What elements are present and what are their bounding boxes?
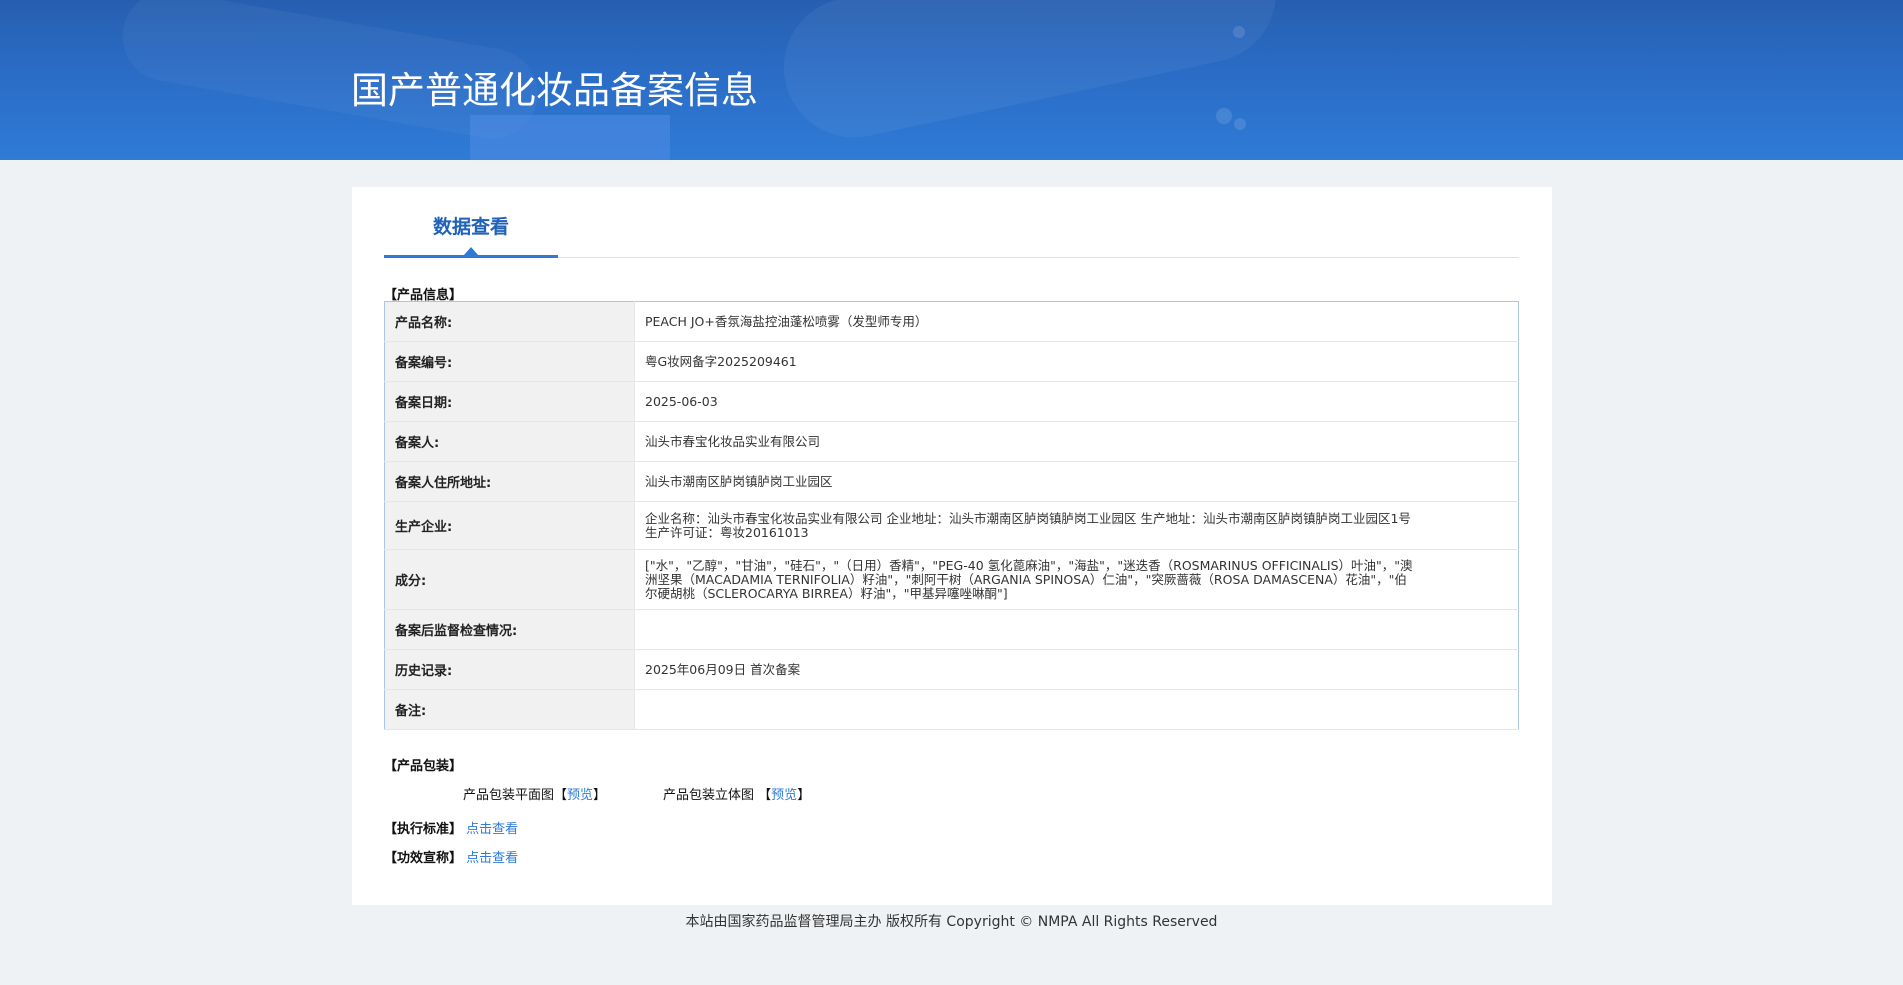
row-value: ["水"，"乙醇"，"甘油"，"硅石"，"（日用）香精"，"PEG-40 氢化蓖… [634, 549, 1519, 610]
row-label: 产品名称: [384, 301, 635, 342]
row-label: 备案人住所地址: [384, 461, 635, 502]
preview-flat-link[interactable]: 预览 [567, 788, 593, 803]
row-label: 备注: [384, 689, 635, 730]
bracket-close: 】 [593, 788, 607, 803]
standard-row: 【执行标准】 点击查看 [384, 818, 518, 837]
row-label: 备案人: [384, 421, 635, 462]
page-title: 国产普通化妆品备案信息 [351, 69, 758, 112]
banner-dot [1234, 118, 1246, 130]
row-label: 备案后监督检查情况: [384, 609, 635, 650]
row-value: 2025-06-03 [634, 381, 1519, 422]
efficacy-label: 【功效宣称】 [384, 851, 463, 866]
packaging-heading: 【产品包装】 [384, 759, 463, 774]
standard-label: 【执行标准】 [384, 822, 463, 837]
table-row: 备案人: 汕头市春宝化妆品实业有限公司 [384, 421, 1519, 462]
row-label: 备案日期: [384, 381, 635, 422]
bracket-open: 【 [758, 788, 772, 803]
tab-label: 数据查看 [432, 216, 509, 238]
table-row: 备案日期: 2025-06-03 [384, 381, 1519, 422]
table-row: 历史记录: 2025年06月09日 首次备案 [384, 649, 1519, 690]
table-row: 备案后监督检查情况: [384, 609, 1519, 650]
tab-indicator-icon [464, 247, 478, 255]
tab-data-view[interactable]: 数据查看 [384, 215, 558, 258]
table-row: 生产企业: 企业名称：汕头市春宝化妆品实业有限公司 企业地址：汕头市潮南区胪岗镇… [384, 501, 1519, 550]
table-row: 备注: [384, 689, 1519, 730]
row-value: 粤G妆网备字2025209461 [634, 341, 1519, 382]
row-value: 2025年06月09日 首次备案 [634, 649, 1519, 690]
row-value [634, 609, 1519, 650]
row-value: 企业名称：汕头市春宝化妆品实业有限公司 企业地址：汕头市潮南区胪岗镇胪岗工业园区… [634, 501, 1519, 550]
table-row: 备案人住所地址: 汕头市潮南区胪岗镇胪岗工业园区 [384, 461, 1519, 502]
packaging-flat-item: 产品包装平面图【预览】 [463, 784, 606, 803]
efficacy-row: 【功效宣称】 点击查看 [384, 847, 518, 866]
row-value: PEACH JO+香氛海盐控油蓬松喷雾（发型师专用） [634, 301, 1519, 342]
banner-dot [1216, 108, 1232, 124]
packaging-solid-item: 产品包装立体图 【预览】 [663, 784, 810, 803]
efficacy-view-link[interactable]: 点击查看 [466, 851, 518, 866]
tab-bar: 数据查看 [384, 187, 1519, 258]
row-value: 汕头市春宝化妆品实业有限公司 [634, 421, 1519, 462]
product-info-table: 产品名称: PEACH JO+香氛海盐控油蓬松喷雾（发型师专用） 备案编号: 粤… [384, 301, 1519, 730]
banner-dot [1233, 26, 1245, 38]
row-label: 备案编号: [384, 341, 635, 382]
content-panel: 数据查看 【产品信息】 产品名称: PEACH JO+香氛海盐控油蓬松喷雾（发型… [352, 187, 1552, 905]
preview-solid-link[interactable]: 预览 [771, 788, 797, 803]
packaging-flat-label: 产品包装平面图 [463, 788, 555, 803]
row-label: 成分: [384, 549, 635, 610]
footer-copyright: 本站由国家药品监督管理局主办 版权所有 Copyright © NMPA All… [685, 914, 1218, 930]
table-row: 产品名称: PEACH JO+香氛海盐控油蓬松喷雾（发型师专用） [384, 301, 1519, 342]
row-value [634, 689, 1519, 730]
banner-decoration [770, 0, 1290, 151]
table-row: 成分: ["水"，"乙醇"，"甘油"，"硅石"，"（日用）香精"，"PEG-40… [384, 549, 1519, 610]
row-value: 汕头市潮南区胪岗镇胪岗工业园区 [634, 461, 1519, 502]
banner-decoration [470, 115, 670, 160]
standard-view-link[interactable]: 点击查看 [466, 822, 518, 837]
row-label: 生产企业: [384, 501, 635, 550]
row-label: 历史记录: [384, 649, 635, 690]
bracket-open: 【 [554, 788, 568, 803]
table-row: 备案编号: 粤G妆网备字2025209461 [384, 341, 1519, 382]
header-banner: 国产普通化妆品备案信息 [0, 0, 1903, 160]
packaging-solid-label: 产品包装立体图 [663, 788, 755, 803]
bracket-close: 】 [797, 788, 811, 803]
